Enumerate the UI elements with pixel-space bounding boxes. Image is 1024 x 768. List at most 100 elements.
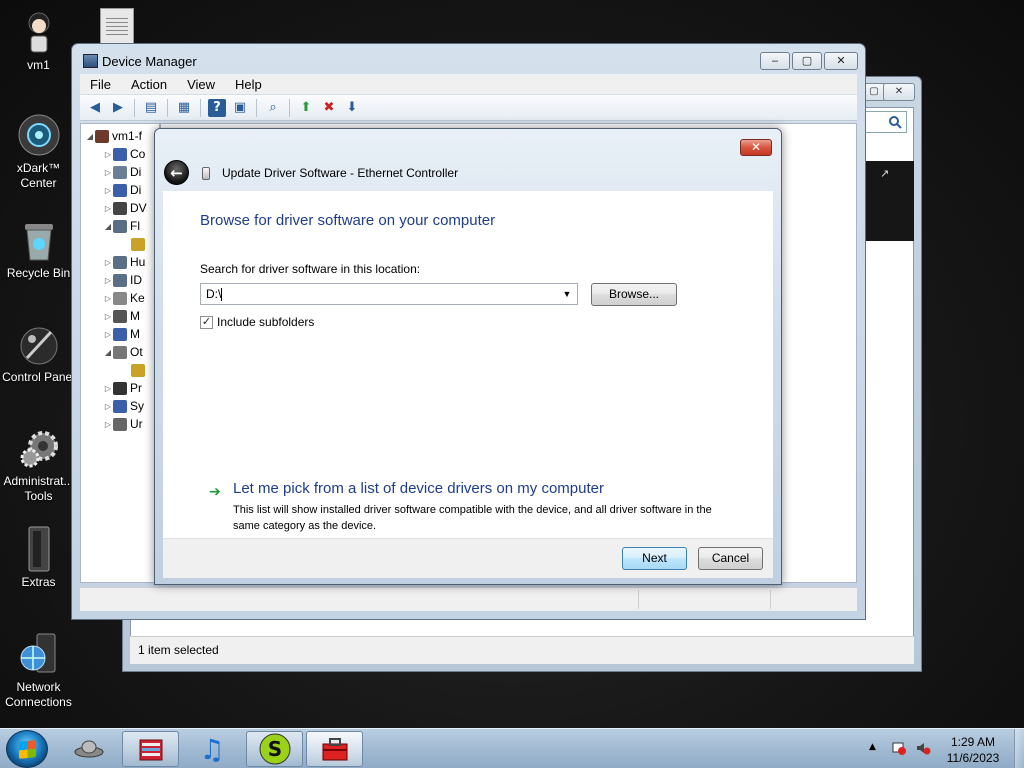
document-icon[interactable] [100, 8, 134, 44]
tree-item[interactable]: ▷ Sy [103, 397, 144, 415]
expand-arrow-icon[interactable]: ▷ [103, 204, 113, 213]
show-desktop-button[interactable] [1014, 729, 1024, 768]
start-button[interactable] [6, 730, 48, 768]
menu-action[interactable]: Action [121, 77, 177, 92]
toolbar-separator [200, 98, 201, 117]
tree-item[interactable]: ▷ Pr [103, 379, 142, 397]
forward-arrow-icon[interactable]: ▶ [109, 99, 127, 117]
back-arrow-icon[interactable]: ← [164, 160, 189, 185]
desktop-icon-control-panel[interactable]: Control Panel [0, 322, 77, 385]
menu-file[interactable]: File [80, 77, 121, 92]
taskbar-app-device-manager[interactable] [306, 731, 363, 767]
taskbar-app-archive[interactable] [122, 731, 179, 767]
tree-item[interactable]: ▷ DV [103, 199, 147, 217]
archive-icon [139, 739, 162, 761]
browse-button[interactable]: Browse... [591, 283, 677, 306]
desktop-icon-label: Administrat... Tools [3, 474, 74, 503]
properties-icon[interactable]: ▦ [175, 99, 193, 117]
action-pane-icon[interactable]: ▣ [231, 99, 249, 117]
tree-item[interactable]: ▷ M [103, 325, 140, 343]
back-arrow-icon[interactable]: ◀ [86, 99, 104, 117]
desktop-icon-vm1[interactable]: vm1 [0, 10, 77, 73]
tree-item-label: Ot [130, 345, 143, 359]
show-hidden-icons-icon[interactable]: ▲ [869, 742, 876, 752]
music-note-icon: ♫ [199, 732, 225, 766]
ufo-icon [74, 740, 104, 758]
collapse-arrow-icon[interactable]: ◢ [85, 132, 95, 141]
close-button[interactable]: ✕ [740, 139, 772, 156]
next-button[interactable]: Next [622, 547, 687, 570]
tree-item[interactable]: ◢ Fl [103, 217, 140, 235]
clock-time: 1:29 AM [950, 735, 996, 749]
close-button[interactable]: ✕ [824, 52, 858, 70]
uninstall-icon[interactable]: ✖ [320, 99, 338, 117]
desktop-icon-admin-tools[interactable]: Administrat... Tools [0, 426, 77, 504]
scan-hardware-icon[interactable]: ⌕ [264, 99, 282, 117]
tree-item[interactable]: ▷ Di [103, 181, 141, 199]
expand-arrow-icon[interactable]: ▷ [103, 276, 113, 285]
tree-item-label: Sy [130, 399, 145, 413]
device-category-icon [113, 201, 127, 215]
device-tree[interactable]: ◢ vm1-f ▷ Co ▷ Di ▷ Di ▷ DV ◢ Fl ▷ Hu ▷ ID ▷ Ke ▷ M ▷ M ◢ Ot ▷ Pr… [80, 123, 160, 583]
tree-item[interactable]: ▷ Co [103, 145, 145, 163]
tree-item[interactable] [121, 361, 148, 379]
expand-arrow-icon[interactable]: ▷ [103, 150, 113, 159]
menu-view[interactable]: View [177, 77, 225, 92]
menu-help[interactable]: Help [225, 77, 272, 92]
device-category-icon [131, 363, 145, 377]
taskbar-app-green[interactable]: S [246, 731, 303, 767]
expand-arrow-icon[interactable]: ▷ [103, 312, 113, 321]
tree-item[interactable]: ◢ Ot [103, 343, 143, 361]
desktop-icon-extras[interactable]: Extras [0, 526, 77, 590]
minimize-button[interactable]: ‒ [760, 52, 790, 70]
console-tree-icon[interactable]: ▤ [142, 99, 160, 117]
device-category-icon [113, 381, 127, 395]
cancel-button[interactable]: Cancel [698, 547, 763, 570]
tree-item[interactable]: ▷ Di [103, 163, 141, 181]
help-icon[interactable]: ? [208, 98, 226, 117]
expand-arrow-icon[interactable]: ▷ [103, 384, 113, 393]
expand-arrow-icon[interactable]: ▷ [103, 402, 113, 411]
tree-item[interactable]: ▷ Ke [103, 289, 145, 307]
update-driver-icon[interactable]: ⬆ [297, 99, 315, 117]
pick-from-list-link[interactable]: Let me pick from a list of device driver… [233, 480, 604, 497]
tree-item[interactable]: ▷ Hu [103, 253, 145, 271]
device-category-icon [113, 345, 127, 359]
expand-arrow-icon[interactable]: ▷ [103, 186, 113, 195]
close-button[interactable]: ✕ [883, 83, 915, 101]
tree-item[interactable]: ▷ M [103, 307, 140, 325]
expand-arrow-icon[interactable]: ▷ [103, 168, 113, 177]
tree-item-label: Hu [130, 255, 146, 269]
collapse-arrow-icon[interactable]: ◢ [103, 348, 113, 357]
taskbar-pin-ufo[interactable] [64, 731, 114, 767]
update-driver-dialog[interactable]: ✕ ← Update Driver Software - Ethernet Co… [154, 128, 782, 585]
include-subfolders-row[interactable]: ✓ Include subfolders [200, 315, 314, 329]
tree-item-label: Ke [130, 291, 145, 305]
tree-root[interactable]: ◢ vm1-f [85, 127, 142, 145]
desktop-icon-network-connections[interactable]: Network Connections [0, 632, 77, 710]
include-subfolders-checkbox[interactable]: ✓ [200, 315, 213, 329]
dialog-body: Browse for driver software on your compu… [163, 191, 773, 538]
collapse-arrow-icon[interactable]: ◢ [103, 222, 113, 231]
enable-device-icon[interactable]: ⬇ [343, 99, 361, 117]
desktop-icon-xdark-center[interactable]: xDark™ Center [0, 113, 77, 191]
tree-item[interactable] [121, 235, 148, 253]
tree-item[interactable]: ▷ Ur [103, 415, 143, 433]
driver-location-combobox[interactable]: D:\ ▼ [200, 283, 578, 305]
taskbar-pin-music[interactable]: ♫ [187, 731, 237, 767]
expand-arrow-icon[interactable]: ▷ [103, 420, 113, 429]
system-clock[interactable]: 1:29 AM 11/6/2023 [933, 734, 1013, 766]
maximize-button[interactable]: ▢ [792, 52, 822, 70]
admin-tools-icon [17, 426, 61, 470]
desktop-icon-recycle-bin[interactable]: Recycle Bin [0, 218, 77, 281]
expand-arrow-icon[interactable]: ▷ [103, 294, 113, 303]
action-center-flag-icon[interactable] [891, 741, 907, 755]
device-category-icon [113, 291, 127, 305]
chevron-down-icon[interactable]: ▼ [560, 287, 574, 301]
device-category-icon [113, 255, 127, 269]
expand-arrow-icon[interactable]: ▷ [103, 258, 113, 267]
tree-item[interactable]: ▷ ID [103, 271, 142, 289]
volume-muted-icon[interactable] [915, 741, 931, 755]
pin-icon[interactable]: ↗ [880, 167, 889, 180]
expand-arrow-icon[interactable]: ▷ [103, 330, 113, 339]
